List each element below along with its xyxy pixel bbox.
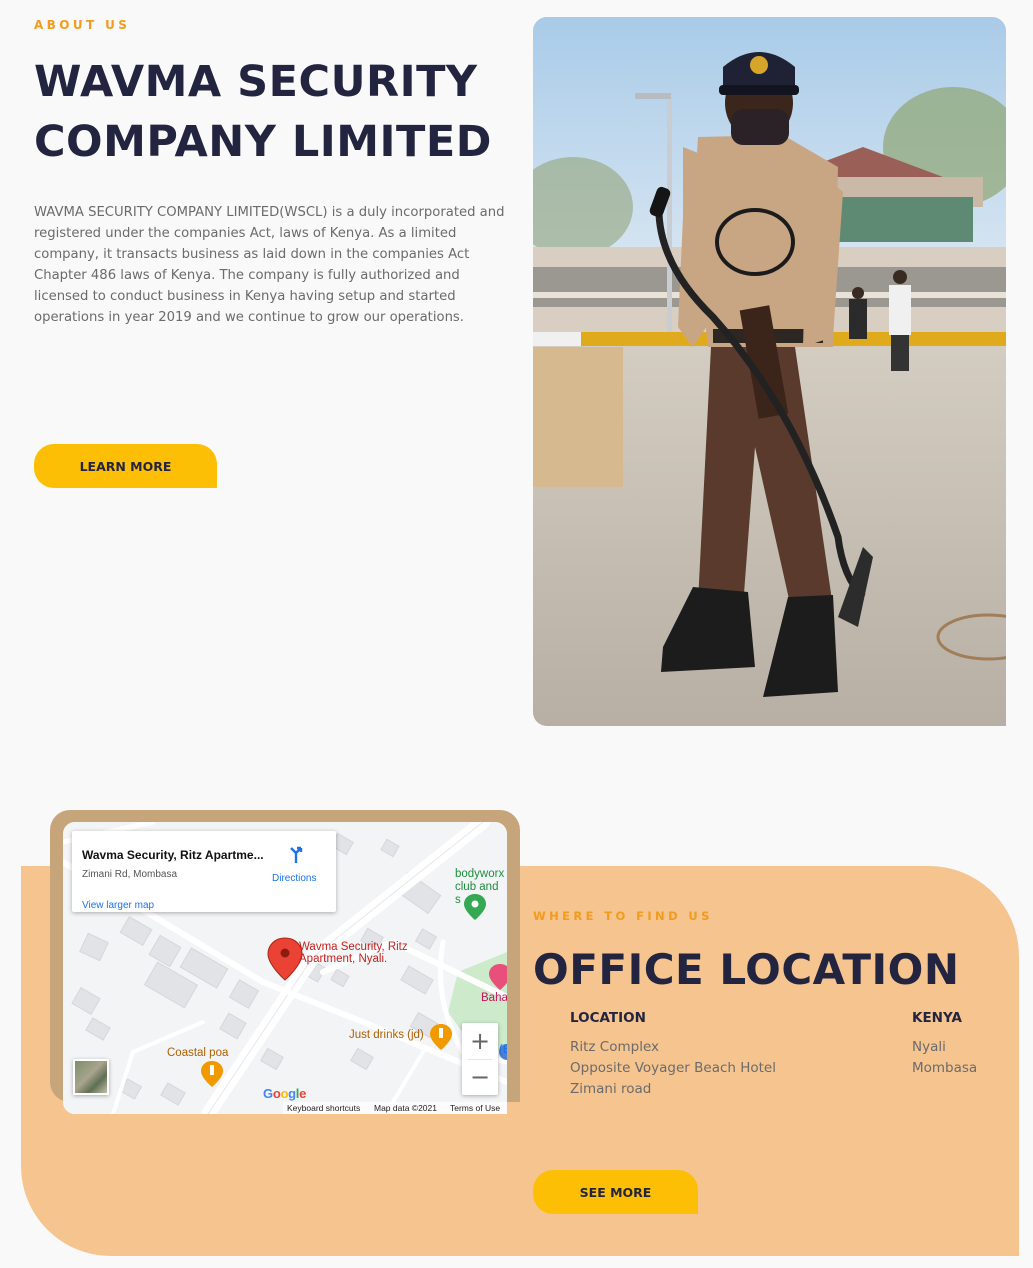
country-line-2: Mombasa [912, 1060, 978, 1076]
learn-more-button[interactable]: LEARN MORE [34, 444, 217, 488]
view-larger-map-link[interactable]: View larger map [82, 900, 154, 911]
directions-icon[interactable] [286, 844, 306, 864]
map-poi-just-drinks: Just drinks (jd) [349, 1029, 424, 1041]
satellite-toggle-button[interactable] [73, 1059, 109, 1095]
keyboard-shortcuts-link[interactable]: Keyboard shortcuts [287, 1103, 360, 1113]
google-logo: Google [263, 1086, 307, 1101]
zoom-divider [468, 1059, 492, 1060]
zoom-out-button[interactable]: − [462, 1059, 498, 1095]
location-eyebrow: WHERE TO FIND US [533, 909, 713, 923]
map-zoom-controls: + − [462, 1023, 498, 1095]
map-place-name: Wavma Security, Ritz Apartme... [82, 848, 264, 862]
location-title: OFFICE LOCATION [533, 945, 960, 994]
country-column-heading: KENYA [912, 1010, 962, 1026]
terms-of-use-link[interactable]: Terms of Use [450, 1103, 500, 1113]
country-line-1: Nyali [912, 1039, 946, 1055]
location-column-heading: LOCATION [570, 1010, 646, 1026]
about-description: WAVMA SECURITY COMPANY LIMITED(WSCL) is … [34, 205, 505, 325]
location-line-3: Zimani road [570, 1081, 652, 1097]
map-pin-label-line2: Apartment, Nyali. [299, 953, 388, 965]
see-more-button[interactable]: SEE MORE [533, 1170, 698, 1214]
map-poi-bodyworx-line1: bodyworx [455, 868, 505, 880]
security-guard-illustration [533, 17, 1006, 726]
map-poi-coastal: Coastal poa [167, 1047, 229, 1059]
map-place-address: Zimani Rd, Mombasa [82, 869, 178, 880]
location-line-1: Ritz Complex [570, 1039, 660, 1055]
map-info-card: Wavma Security, Ritz Apartme... Zimani R… [72, 831, 336, 912]
google-map[interactable]: Wavma Security, Ritz Apartment, Nyali. b… [63, 822, 507, 1114]
location-line-2: Opposite Voyager Beach Hotel [570, 1060, 776, 1076]
directions-link[interactable]: Directions [272, 873, 316, 884]
map-poi-bodyworx: bodyworx club and s [455, 868, 507, 907]
map-attribution-bar: Keyboard shortcuts Map data ©2021 Terms … [283, 1102, 507, 1114]
about-eyebrow: ABOUT US [34, 18, 131, 32]
map-data-credit: Map data ©2021 [374, 1103, 437, 1113]
map-poi-bodyworx-line2: club and s [455, 881, 499, 906]
map-poi-baha: Baha [481, 992, 507, 1004]
zoom-in-button[interactable]: + [462, 1023, 498, 1059]
map-pin-label: Wavma Security, Ritz Apartment, Nyali. [299, 941, 408, 965]
about-title: WAVMA SECURITY COMPANY LIMITED [34, 57, 492, 167]
security-guard-photo [533, 17, 1006, 726]
map-poi-edge: (E [499, 1044, 507, 1056]
map-pin-label-line1: Wavma Security, Ritz [299, 941, 408, 953]
